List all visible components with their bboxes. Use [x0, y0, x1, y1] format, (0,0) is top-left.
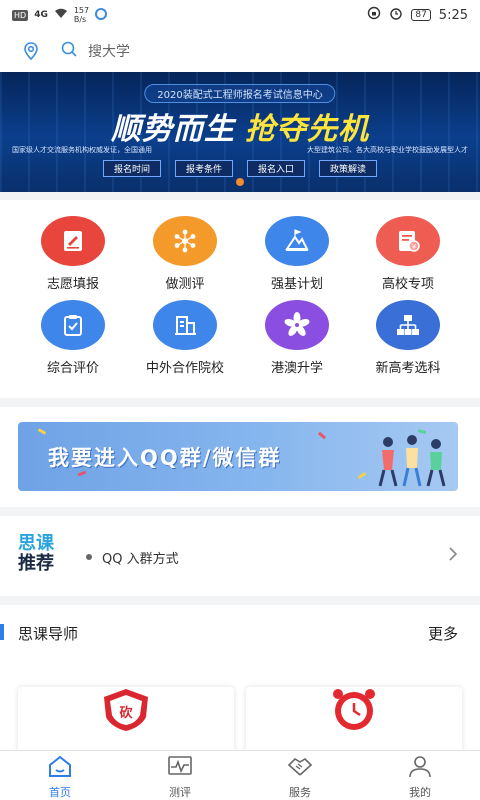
org-chart-icon: [376, 300, 440, 350]
speed-unit: B/s: [73, 15, 87, 24]
banner-chip[interactable]: 报名时间: [102, 160, 161, 177]
battery-indicator: 87: [411, 9, 431, 21]
feature-label: 新高考选科: [375, 361, 441, 376]
feature-label: 做测评: [165, 277, 205, 292]
clock: 5:25: [438, 7, 468, 23]
tutor-card[interactable]: 砍: [18, 687, 234, 759]
banner-chip[interactable]: 报名入口: [247, 160, 306, 177]
alarm-clock-icon: [333, 689, 375, 730]
status-left: HD 4G 157 B/s: [12, 6, 108, 24]
banner-chip[interactable]: 报考条件: [174, 160, 233, 177]
badge-character: 砍: [119, 705, 133, 721]
network-type: 4G: [34, 10, 48, 20]
feature-strong-base[interactable]: 强基计划: [237, 216, 357, 292]
join-group-banner[interactable]: 我要进入QQ群/微信群: [18, 422, 458, 491]
bullet-icon: [86, 554, 92, 560]
speed-value: 157: [73, 6, 90, 15]
chart-monitor-icon: [166, 754, 194, 782]
status-bar: HD 4G 157 B/s 87 5:25: [0, 0, 480, 30]
search-bar: 搜大学: [0, 30, 480, 72]
confetti-decoration: [37, 428, 47, 435]
feature-comprehensive-eval[interactable]: 综合评价: [13, 300, 133, 376]
feature-hk-macau[interactable]: 港澳升学: [237, 300, 357, 376]
nav-assessment[interactable]: 测评: [120, 751, 240, 800]
confetti-decoration: [317, 431, 327, 440]
alarm-icon: [389, 6, 403, 24]
more-link[interactable]: 更多: [428, 623, 458, 644]
tutors-section: 思课导师 更多 砍: [0, 605, 480, 759]
mountain-flag-icon: [265, 216, 329, 266]
search-placeholder: 搜大学: [88, 44, 130, 60]
celebrating-people-illustration: [378, 435, 446, 487]
feature-label: 高校专项: [381, 277, 434, 292]
rotation-lock-icon: [367, 6, 381, 24]
tutor-card[interactable]: [246, 687, 462, 759]
banner-title-part1: 顺势而生: [111, 112, 235, 147]
shield-badge-icon: 砍: [104, 689, 148, 731]
home-icon: [46, 754, 74, 782]
clipboard-check-icon: [41, 300, 105, 350]
feature-grid: 志愿填报 做测评 强基计划 ¥ 高校专项 综合评价 中外合作院校 港澳升学 新高…: [0, 200, 480, 398]
nav-label: 服务: [289, 786, 311, 799]
feature-label: 中外合作院校: [145, 361, 224, 376]
molecule-icon: [153, 216, 217, 266]
feature-label: 综合评价: [46, 361, 99, 376]
nav-label: 首页: [49, 786, 71, 799]
group-banner-section: 我要进入QQ群/微信群: [0, 407, 480, 507]
network-speed: 157 B/s: [74, 6, 89, 24]
banner-chip[interactable]: 政策解读: [319, 160, 378, 177]
building-icon: [153, 300, 217, 350]
app-notification-icon: [95, 7, 108, 23]
form-edit-icon: [41, 216, 105, 266]
chevron-right-icon: [448, 546, 458, 566]
feature-joint-schools[interactable]: 中外合作院校: [125, 300, 245, 376]
nav-label: 测评: [169, 786, 191, 799]
recommend-logo: 思课 推荐: [18, 534, 70, 574]
section-title: 思课导师: [18, 625, 79, 643]
wifi-icon: [54, 8, 68, 22]
location-pin-icon[interactable]: [20, 40, 42, 62]
document-badge-icon: ¥: [376, 216, 440, 266]
nav-profile[interactable]: 我的: [360, 751, 480, 800]
banner-chips: 报名时间 报考条件 报名入口 政策解读: [0, 160, 480, 177]
nav-service[interactable]: 服务: [240, 751, 360, 800]
promo-banner[interactable]: 2020装配式工程师报名考试信息中心 顺势而生 抢夺先机 国家级人才交流服务机构权…: [0, 72, 480, 192]
nav-home[interactable]: 首页: [0, 751, 120, 800]
section-accent-bar: [0, 624, 4, 640]
recommend-row[interactable]: 思课 推荐 QQ 入群方式: [0, 516, 480, 596]
banner-title-part2: 抢夺先机: [245, 112, 369, 147]
svg-text:¥: ¥: [412, 243, 417, 251]
user-icon: [406, 754, 434, 782]
feature-new-gaokao-subjects[interactable]: 新高考选科: [348, 300, 468, 376]
bauhinia-flower-icon: [265, 300, 329, 350]
feature-assessment[interactable]: 做测评: [125, 216, 245, 292]
banner-sub-right: 大型建筑公司、各大高校与职业学校鼓励发展型人才: [307, 146, 468, 154]
confetti-decoration: [357, 471, 367, 480]
search-input[interactable]: 搜大学: [60, 40, 130, 62]
search-icon: [60, 40, 78, 62]
feature-label: 港澳升学: [270, 361, 323, 376]
banner-sub-left: 国家级人才交流服务机构权威发证，全国通用: [12, 146, 152, 154]
recommend-text: QQ 入群方式: [102, 552, 179, 567]
nav-label: 我的: [409, 786, 431, 799]
status-right: 87 5:25: [367, 6, 468, 24]
handshake-icon: [286, 754, 314, 782]
carousel-dot-active: [236, 178, 244, 186]
feature-volunteer-fill[interactable]: 志愿填报: [13, 216, 133, 292]
hd-badge: HD: [12, 9, 29, 21]
app-screen: HD 4G 157 B/s 87 5:25 搜大学 2020装配式工程师报名考试…: [0, 0, 480, 800]
recommend-logo-line1: 思课: [18, 533, 54, 554]
bottom-nav: 首页 测评 服务 我的: [0, 750, 480, 800]
banner-subtitle: 国家级人才交流服务机构权威发证，全国通用 大型建筑公司、各大高校与职业学校鼓励发…: [12, 145, 468, 155]
banner-tag: 2020装配式工程师报名考试信息中心: [144, 84, 336, 103]
carousel-indicator: [236, 178, 244, 186]
feature-label: 志愿填报: [46, 277, 99, 292]
banner-title: 顺势而生 抢夺先机: [0, 104, 480, 148]
join-group-text: 我要进入QQ群/微信群: [48, 446, 282, 470]
recommend-logo-line2: 推荐: [18, 553, 54, 574]
feature-college-special[interactable]: ¥ 高校专项: [348, 216, 468, 292]
feature-label: 强基计划: [270, 277, 323, 292]
